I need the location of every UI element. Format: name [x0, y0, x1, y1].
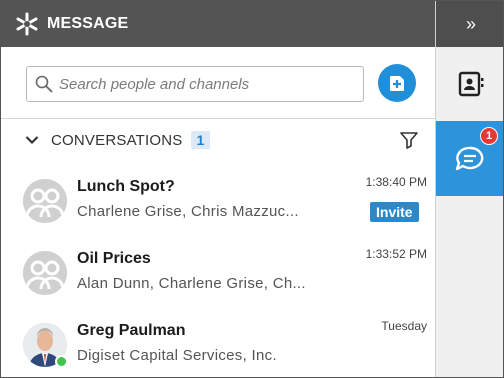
collapse-panel-button[interactable]: » — [436, 1, 503, 47]
conversation-members: Alan Dunn, Charlene Grise, Ch... — [77, 275, 306, 292]
search-input[interactable] — [59, 75, 349, 93]
unread-count-badge: 1 — [480, 127, 498, 145]
message-window: MESSAGE CONVERSATIONS — [0, 0, 504, 378]
contacts-tab[interactable] — [436, 47, 503, 121]
chevron-down-icon[interactable] — [25, 135, 39, 145]
search-box[interactable] — [26, 66, 364, 102]
asterisk-logo-icon — [16, 12, 38, 36]
group-avatar-icon — [23, 251, 67, 295]
compose-button[interactable] — [378, 64, 416, 102]
conversation-item-greg-paulman[interactable]: Greg Paulman Digiset Capital Services, I… — [1, 303, 435, 377]
double-chevron-right-icon: » — [465, 13, 476, 34]
right-rail: » 1 — [435, 1, 503, 377]
conversation-subtitle: Digiset Capital Services, Inc. — [77, 347, 277, 364]
conversations-header[interactable]: CONVERSATIONS 1 — [1, 120, 435, 160]
conversation-name: Greg Paulman — [77, 322, 186, 339]
conversation-name: Oil Prices — [77, 250, 151, 267]
conversations-count-badge: 1 — [190, 131, 211, 149]
invite-button[interactable]: Invite — [370, 202, 419, 222]
chat-bubbles-icon — [455, 146, 484, 170]
conversation-item-oil-prices[interactable]: Oil Prices Alan Dunn, Charlene Grise, Ch… — [1, 231, 435, 311]
search-row — [1, 47, 435, 119]
compose-plus-icon — [390, 76, 404, 91]
conversation-name: Lunch Spot? — [77, 178, 175, 195]
search-icon — [35, 75, 53, 93]
conversations-label: CONVERSATIONS — [51, 131, 183, 149]
panel-header: MESSAGE — [1, 1, 435, 47]
panel-title: MESSAGE — [47, 15, 129, 32]
conversation-time: 1:33:52 PM — [365, 247, 427, 261]
conversation-time: 1:38:40 PM — [365, 175, 427, 189]
conversation-item-lunch-spot[interactable]: Lunch Spot? Charlene Grise, Chris Mazzuc… — [1, 159, 435, 239]
conversations-tab[interactable]: 1 — [436, 121, 503, 196]
group-avatar-icon — [23, 179, 67, 223]
contact-card-icon — [458, 71, 484, 97]
conversation-members: Charlene Grise, Chris Mazzuc... — [77, 203, 299, 220]
message-panel: MESSAGE CONVERSATIONS — [1, 1, 435, 377]
filter-icon[interactable] — [399, 130, 419, 150]
online-status-indicator — [55, 355, 68, 368]
conversation-time: Tuesday — [381, 319, 427, 333]
